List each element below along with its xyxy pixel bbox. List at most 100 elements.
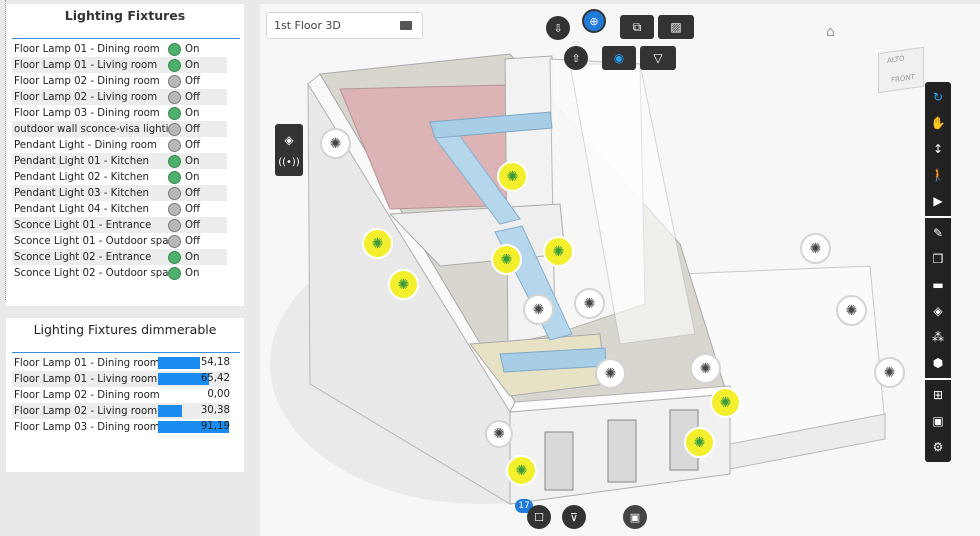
hatch-icon[interactable]: ▨ [658,15,694,39]
fixture-status: Off [185,123,201,135]
light-pin-on[interactable]: ✺ [543,236,574,267]
fixture-name: Pendant Light 03 - Kitchen [14,187,149,199]
explode-icon[interactable]: ❒ [925,246,951,272]
down-arrow-icon[interactable]: ⇩ [546,16,570,40]
fixture-row[interactable]: Floor Lamp 01 - Living room On [12,57,227,73]
dim-level-cell: 65,42 [152,372,230,386]
fixture-name: Floor Lamp 02 - Living room [14,91,158,103]
light-pin[interactable]: ✺ [485,420,513,448]
light-pin[interactable]: ✺ [523,294,554,325]
fixture-row[interactable]: Pendant Light 04 - Kitchen Off [12,201,227,217]
fixture-status: Off [185,235,201,247]
folder-icon[interactable] [400,21,412,30]
fixture-row[interactable]: outdoor wall sconce-visa lighting Off [12,121,227,137]
light-pin[interactable]: ✺ [836,295,867,326]
viewcube[interactable]: ALTO FRONT [878,46,924,94]
dimmable-fixtures-title: Lighting Fixtures dimmerable [33,322,217,337]
light-pin-on[interactable]: ✺ [497,161,528,192]
fixture-status: On [185,251,200,263]
fixture-row[interactable]: Pendant Light 02 - Kitchen On [12,169,227,185]
lighting-fixtures-title: Lighting Fixtures [64,8,186,23]
fixture-name: outdoor wall sconce-visa lighting [14,123,168,135]
fixture-row[interactable]: Floor Lamp 03 - Dining room On [12,105,227,121]
model-viewer[interactable]: 1st Floor 3D ◈ ((•)) ⇩ ⊕ ⧉ ▨ ⇧ ◉ ▽ ⌂ ALT… [260,4,980,536]
fixture-row[interactable]: Pendant Light 03 - Kitchen Off [12,185,227,201]
fixture-name: Sconce Light 01 - Entrance [14,219,152,231]
dimmable-row[interactable]: Floor Lamp 03 - Dining room 91,19 [12,419,230,435]
light-pin[interactable]: ✺ [800,233,831,264]
status-indicator-icon [168,42,181,56]
fixture-row[interactable]: Floor Lamp 01 - Dining room On [12,41,227,57]
fixture-row[interactable]: Sconce Light 02 - Entrance On [12,249,227,265]
status-indicator-icon [168,234,181,248]
status-indicator-icon [168,218,181,232]
zoom-icon[interactable]: ↕ [925,136,951,162]
fixture-status: Off [185,219,201,231]
clear-filter-icon[interactable]: ⊽ [562,505,586,529]
light-pin-on[interactable]: ✺ [362,228,393,259]
focus-icon[interactable]: ◉ [602,46,636,70]
fixture-row[interactable]: Sconce Light 01 - Entrance Off [12,217,227,233]
status-indicator-icon [168,138,181,152]
light-pin[interactable]: ✺ [320,128,351,159]
light-pin[interactable]: ✺ [574,288,605,319]
select-box-icon[interactable]: ☐ [527,505,551,529]
fixture-status: Off [185,203,201,215]
dimmable-row[interactable]: Floor Lamp 02 - Dining room 0,00 [12,387,230,403]
light-pin-on[interactable]: ✺ [684,427,715,458]
filter-icon[interactable]: ▽ [640,46,676,70]
fixture-row[interactable]: Pendant Light - Dining room Off [12,137,227,153]
broadcast-icon[interactable]: ((•)) [278,157,300,168]
fixture-row[interactable]: Sconce Light 01 - Outdoor space Off [12,233,227,249]
fixture-name: Floor Lamp 03 - Dining room [14,107,160,119]
target-icon[interactable]: ⊕ [582,9,606,33]
cube-icon[interactable]: ⬢ [925,350,951,376]
layers-icon[interactable]: ◈ [284,133,293,147]
navigation-toolbar: ↻ ✋ ↕ 🚶 ▶ ✎ ❒ ▬ ◈ ⁂ ⬢ ⊞ ▣ ⚙ [925,82,951,462]
light-pin[interactable]: ✺ [874,357,905,388]
model-browser-icon[interactable]: ⁂ [925,324,951,350]
fixture-status: On [185,267,200,279]
status-indicator-icon [168,170,181,184]
pan-icon[interactable]: ✋ [925,110,951,136]
light-pin-on[interactable]: ✺ [388,269,419,300]
home-icon[interactable]: ⌂ [826,24,835,40]
light-pin-on[interactable]: ✺ [491,244,522,275]
light-pin-on[interactable]: ✺ [710,387,741,418]
header-rule [12,38,240,39]
folder-icon[interactable]: ▬ [925,272,951,298]
dim-level-cell: 91,19 [152,420,230,434]
building-model[interactable] [260,4,980,536]
status-indicator-icon [168,202,181,216]
save-view-icon[interactable]: ▣ [623,505,647,529]
structure-icon[interactable]: ⊞ [925,382,951,408]
dim-level-value: 91,19 [200,421,230,432]
settings-icon[interactable]: ⚙ [925,434,951,460]
walk-icon[interactable]: 🚶 [925,162,951,188]
floor-selector-label: 1st Floor 3D [274,19,341,32]
light-pin-on[interactable]: ✺ [506,455,537,486]
fixture-row[interactable]: Floor Lamp 02 - Dining room Off [12,73,227,89]
light-pin[interactable]: ✺ [595,358,626,389]
save-icon[interactable]: ▣ [925,408,951,434]
orbit-icon[interactable]: ↻ [925,84,951,110]
floor-selector[interactable]: 1st Floor 3D [266,12,423,39]
dimmable-row[interactable]: Floor Lamp 02 - Living room 30,38 [12,403,230,419]
dimmable-row[interactable]: Floor Lamp 01 - Dining room 54,18 [12,355,230,371]
fixture-row[interactable]: Sconce Light 02 - Outdoor space On [12,265,227,281]
lighting-fixtures-card: Lighting Fixtures Floor Lamp 01 - Dining… [6,4,244,306]
fixture-status: On [185,43,200,55]
light-pin[interactable]: ✺ [690,353,721,384]
fixture-row[interactable]: Floor Lamp 02 - Living room Off [12,89,227,105]
fixture-name: Sconce Light 01 - Outdoor space [14,235,168,247]
layers-icon[interactable]: ◈ [925,298,951,324]
camera-icon[interactable]: ▶ [925,188,951,214]
section-box-icon[interactable]: ⧉ [620,15,654,39]
dim-level-bar [158,405,182,417]
up-arrow-icon[interactable]: ⇧ [564,46,588,70]
fixture-name: Sconce Light 02 - Entrance [14,251,152,263]
dim-level-value: 0,00 [207,389,230,400]
fixture-row[interactable]: Pendant Light 01 - Kitchen On [12,153,227,169]
dimmable-row[interactable]: Floor Lamp 01 - Living room 65,42 [12,371,230,387]
measure-icon[interactable]: ✎ [925,220,951,246]
